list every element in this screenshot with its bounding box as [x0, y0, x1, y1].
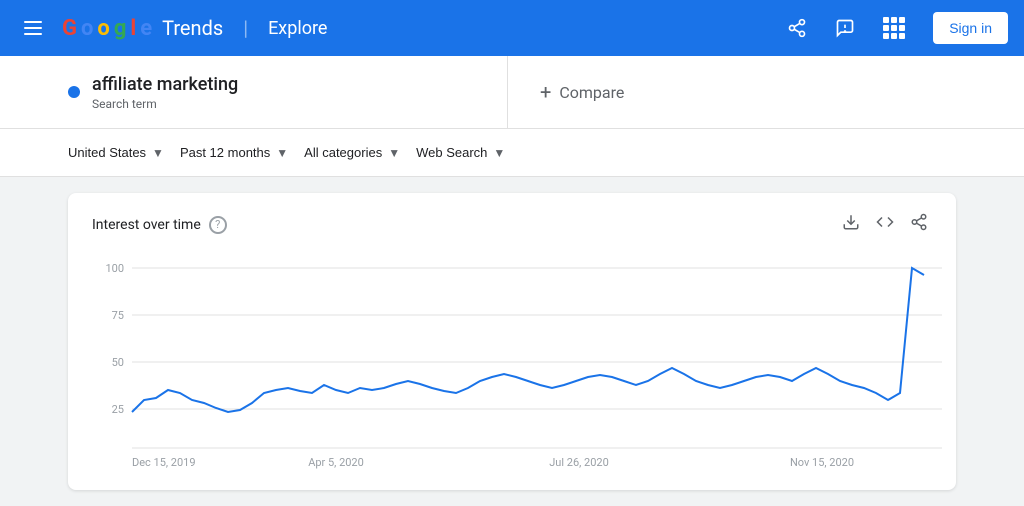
svg-text:Apr 5, 2020: Apr 5, 2020	[308, 456, 364, 469]
svg-text:25: 25	[112, 403, 124, 416]
chart-title-row: Interest over time ?	[92, 216, 227, 234]
chart-embed-button[interactable]	[872, 209, 898, 240]
line-chart: 100 75 50 25 Dec 15, 2019 Apr 5, 2020 Ju…	[92, 248, 952, 478]
compare-box[interactable]: + Compare	[508, 56, 956, 128]
app-logo: G o o g l e Trends	[62, 16, 223, 41]
region-chevron-icon: ▼	[152, 146, 164, 160]
search-term-info: affiliate marketing Search term	[92, 74, 238, 111]
category-label: All categories	[304, 145, 382, 160]
signin-button[interactable]: Sign in	[933, 12, 1008, 44]
time-label: Past 12 months	[180, 145, 270, 160]
chart-header: Interest over time ?	[92, 209, 932, 240]
menu-button[interactable]	[16, 13, 50, 43]
time-filter[interactable]: Past 12 months ▼	[180, 141, 288, 164]
chart-share-button[interactable]	[906, 209, 932, 240]
region-label: United States	[68, 145, 146, 160]
search-row: affiliate marketing Search term + Compar…	[68, 56, 956, 128]
search-term-label: Search term	[92, 97, 238, 111]
svg-text:Dec 15, 2019: Dec 15, 2019	[132, 456, 196, 469]
svg-text:75: 75	[112, 309, 124, 322]
search-term-value: affiliate marketing	[92, 74, 238, 95]
time-chevron-icon: ▼	[276, 146, 288, 160]
app-header: G o o g l e Trends | Explore Sign in	[0, 0, 1024, 56]
category-filter[interactable]: All categories ▼	[304, 141, 400, 164]
chart-help-button[interactable]: ?	[209, 216, 227, 234]
chart-download-button[interactable]	[838, 209, 864, 240]
search-area: affiliate marketing Search term + Compar…	[0, 56, 1024, 129]
chart-actions	[838, 209, 932, 240]
compare-plus-icon: +	[540, 80, 551, 104]
chart-title: Interest over time	[92, 217, 201, 233]
svg-text:50: 50	[112, 356, 124, 369]
trend-line	[132, 268, 924, 412]
filter-row: United States ▼ Past 12 months ▼ All cat…	[0, 129, 1024, 177]
svg-text:Nov 15, 2020: Nov 15, 2020	[790, 456, 854, 469]
apps-button[interactable]	[875, 9, 913, 47]
search-term-box[interactable]: affiliate marketing Search term	[68, 56, 508, 128]
compare-label: Compare	[559, 83, 624, 102]
svg-text:100: 100	[105, 262, 124, 275]
feedback-button[interactable]	[827, 10, 863, 46]
category-chevron-icon: ▼	[388, 146, 400, 160]
region-filter[interactable]: United States ▼	[68, 141, 164, 164]
share-button[interactable]	[779, 10, 815, 46]
search-type-chevron-icon: ▼	[493, 146, 505, 160]
search-type-filter[interactable]: Web Search ▼	[416, 141, 505, 164]
header-explore: Explore	[268, 18, 327, 39]
search-type-label: Web Search	[416, 145, 487, 160]
chart-container: 100 75 50 25 Dec 15, 2019 Apr 5, 2020 Ju…	[92, 248, 932, 478]
term-indicator	[68, 86, 80, 98]
logo-trends: Trends	[162, 16, 223, 40]
interest-over-time-card: Interest over time ?	[68, 193, 956, 490]
header-divider: |	[243, 16, 248, 40]
main-content: Interest over time ?	[0, 177, 1024, 506]
svg-text:Jul 26, 2020: Jul 26, 2020	[549, 456, 609, 469]
